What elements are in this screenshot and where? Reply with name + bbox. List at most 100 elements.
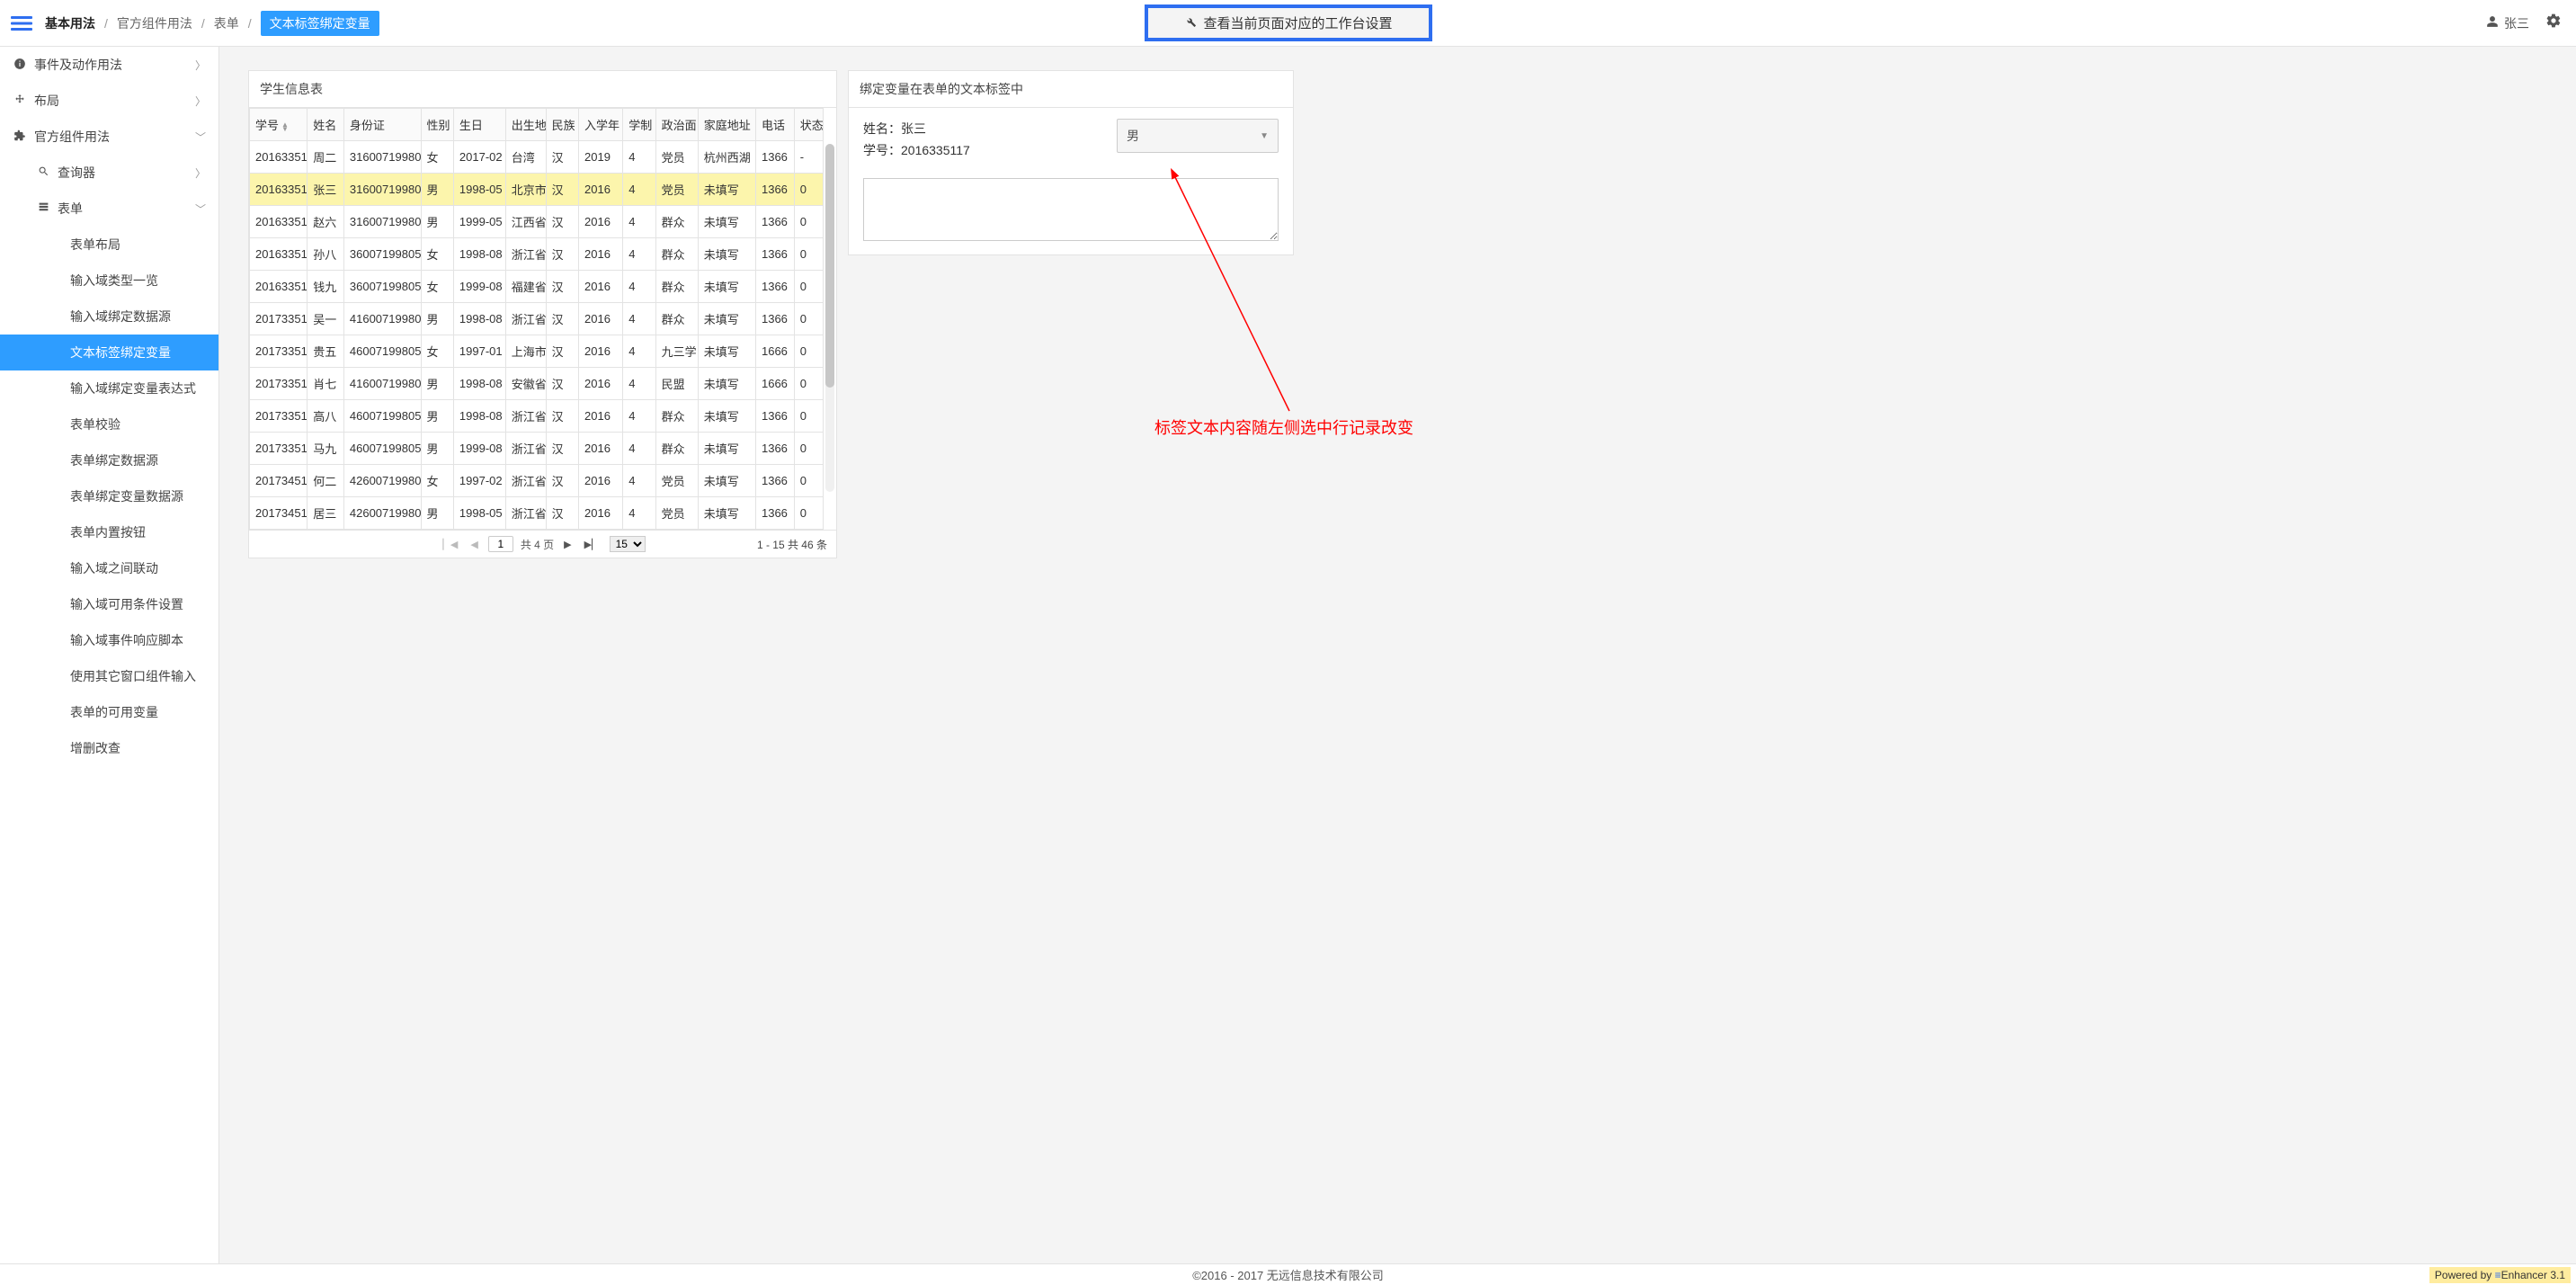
table-cell: 2017-02 <box>453 141 505 174</box>
sidebar-item[interactable]: 表单内置按钮 <box>0 514 218 550</box>
table-cell: 0 <box>794 368 823 400</box>
table-cell: 2019 <box>579 141 623 174</box>
column-header[interactable]: 电话 <box>755 109 794 141</box>
table-cell: 男 <box>421 206 453 238</box>
table-cell: 浙江省 <box>505 303 546 335</box>
table-cell: 汉 <box>546 174 578 206</box>
sidebar-item[interactable]: 布局〉 <box>0 83 218 119</box>
sidebar-item[interactable]: 官方组件用法﹀ <box>0 119 218 155</box>
sidebar-item[interactable]: 输入域绑定数据源 <box>0 299 218 335</box>
settings-button[interactable] <box>2542 13 2565 33</box>
sidebar-item[interactable]: 表单校验 <box>0 406 218 442</box>
table-row[interactable]: 20163351张三31600719980男1998-05北京市汉20164党员… <box>250 174 824 206</box>
sidebar-item[interactable]: 文本标签绑定变量 <box>0 335 218 370</box>
table-row[interactable]: 20173351吴一41600719980男1998-08浙江省汉20164群众… <box>250 303 824 335</box>
pager-page-input[interactable] <box>488 536 513 552</box>
column-header[interactable]: 入学年 <box>579 109 623 141</box>
sidebar-item[interactable]: 输入域事件响应脚本 <box>0 622 218 658</box>
copyright: ©2016 - 2017 无远信息技术有限公司 <box>1192 1266 1384 1283</box>
workspace-settings-label: 查看当前页面对应的工作台设置 <box>1203 13 1392 32</box>
notes-textarea[interactable] <box>863 178 1279 241</box>
menu-toggle-icon[interactable] <box>11 13 32 34</box>
id-label: 学号： <box>863 143 901 157</box>
sidebar-item-label: 表单的可用变量 <box>70 703 158 721</box>
table-row[interactable]: 20173451何二42600719980女1997-02浙江省汉20164党员… <box>250 465 824 497</box>
table-cell: 31600719980 <box>343 174 421 206</box>
column-header[interactable]: 身份证 <box>343 109 421 141</box>
sidebar-item[interactable]: 增删改查 <box>0 730 218 766</box>
column-header[interactable]: 生日 <box>453 109 505 141</box>
table-cell: 41600719980 <box>343 303 421 335</box>
sidebar-item[interactable]: 表单﹀ <box>0 191 218 227</box>
pager-next-button[interactable]: ▶ <box>561 539 574 550</box>
breadcrumb-root[interactable]: 基本用法 <box>45 14 95 32</box>
table-cell: 20163351 <box>250 271 308 303</box>
table-row[interactable]: 20173451居三42600719980男1998-05浙江省汉20164党员… <box>250 497 824 530</box>
sidebar-item[interactable]: 输入域类型一览 <box>0 263 218 299</box>
table-row[interactable]: 20173351马九46007199805男1999-08浙江省汉20164群众… <box>250 433 824 465</box>
sidebar-item-label: 输入域可用条件设置 <box>70 595 183 613</box>
column-header[interactable]: 家庭地址 <box>698 109 755 141</box>
sidebar-item[interactable]: 输入域之间联动 <box>0 550 218 586</box>
vertical-scrollbar[interactable] <box>825 144 834 492</box>
column-header[interactable]: 民族 <box>546 109 578 141</box>
pager-total-label: 共 4 页 <box>521 537 554 552</box>
table-row[interactable]: 20163351孙八36007199805女1998-08浙江省汉20164群众… <box>250 238 824 271</box>
column-header[interactable]: 学制 <box>623 109 655 141</box>
sidebar-item[interactable]: 表单的可用变量 <box>0 694 218 730</box>
column-header[interactable]: 政治面 <box>655 109 698 141</box>
column-header[interactable]: 姓名 <box>308 109 344 141</box>
column-header[interactable]: 学号▲▼ <box>250 109 308 141</box>
table-cell: 41600719980 <box>343 368 421 400</box>
sidebar-item[interactable]: 表单绑定变量数据源 <box>0 478 218 514</box>
breadcrumb: 基本用法 / 官方组件用法 / 表单 / 文本标签绑定变量 <box>45 11 379 36</box>
table-cell: 孙八 <box>308 238 344 271</box>
sidebar-item[interactable]: 表单绑定数据源 <box>0 442 218 478</box>
sidebar-item[interactable]: 输入域绑定变量表达式 <box>0 370 218 406</box>
table-row[interactable]: 20173351高八46007199805男1998-08浙江省汉20164群众… <box>250 400 824 433</box>
table-cell: 男 <box>421 368 453 400</box>
table-row[interactable]: 20173351贵五46007199805女1997-01上海市汉20164九三… <box>250 335 824 368</box>
column-header[interactable]: 性别 <box>421 109 453 141</box>
table-row[interactable]: 20163351赵六31600719980男1999-05江西省汉20164群众… <box>250 206 824 238</box>
sidebar-item[interactable]: 输入域可用条件设置 <box>0 586 218 622</box>
sidebar: 事件及动作用法〉布局〉官方组件用法﹀查询器〉表单﹀表单布局输入域类型一览输入域绑… <box>0 47 219 1263</box>
powered-by-badge[interactable]: Powered by ≡Enhancer 3.1 <box>2429 1267 2571 1283</box>
table-cell: 何二 <box>308 465 344 497</box>
powered-brand: Enhancer 3.1 <box>2501 1269 2565 1281</box>
chevron-down-icon: ﹀ <box>195 129 206 145</box>
table-cell: 20173351 <box>250 400 308 433</box>
table-cell: 汉 <box>546 335 578 368</box>
annotation-text: 标签文本内容随左侧选中行记录改变 <box>1154 415 1413 439</box>
breadcrumb-item[interactable]: 表单 <box>214 14 239 32</box>
table-cell: 20173351 <box>250 368 308 400</box>
table-cell: 女 <box>421 271 453 303</box>
workspace-settings-button[interactable]: 查看当前页面对应的工作台设置 <box>1144 4 1431 41</box>
pager-first-button[interactable]: ▏◀ <box>440 539 460 550</box>
pager-pagesize-select[interactable]: 15 <box>610 536 646 552</box>
table-cell: 赵六 <box>308 206 344 238</box>
table-row[interactable]: 20163351钱九36007199805女1999-08福建省汉20164群众… <box>250 271 824 303</box>
table-row[interactable]: 20173351肖七41600719980男1998-08安徽省汉20164民盟… <box>250 368 824 400</box>
column-header[interactable]: 出生地 <box>505 109 546 141</box>
user-menu[interactable]: 张三 <box>2486 14 2529 32</box>
sidebar-item[interactable]: 使用其它窗口组件输入 <box>0 658 218 694</box>
scrollbar-thumb[interactable] <box>825 144 834 388</box>
column-header[interactable]: 状态 <box>794 109 823 141</box>
table-cell: 高八 <box>308 400 344 433</box>
sidebar-item[interactable]: 事件及动作用法〉 <box>0 47 218 83</box>
sidebar-item-label: 事件及动作用法 <box>34 56 122 74</box>
table-cell: 江西省 <box>505 206 546 238</box>
table-cell: 未填写 <box>698 400 755 433</box>
table-row[interactable]: 20163351周二31600719980女2017-02台湾汉20194党员杭… <box>250 141 824 174</box>
pager-prev-button[interactable]: ◀ <box>468 539 480 550</box>
table-cell: 未填写 <box>698 174 755 206</box>
sidebar-item[interactable]: 表单布局 <box>0 227 218 263</box>
gender-select[interactable]: 男 ▼ <box>1117 119 1279 153</box>
table-cell: 汉 <box>546 497 578 530</box>
pager-last-button[interactable]: ▶▏ <box>582 539 602 550</box>
breadcrumb-item[interactable]: 官方组件用法 <box>117 14 192 32</box>
sidebar-item[interactable]: 查询器〉 <box>0 155 218 191</box>
table-cell: 1366 <box>755 141 794 174</box>
table-cell: 4 <box>623 433 655 465</box>
